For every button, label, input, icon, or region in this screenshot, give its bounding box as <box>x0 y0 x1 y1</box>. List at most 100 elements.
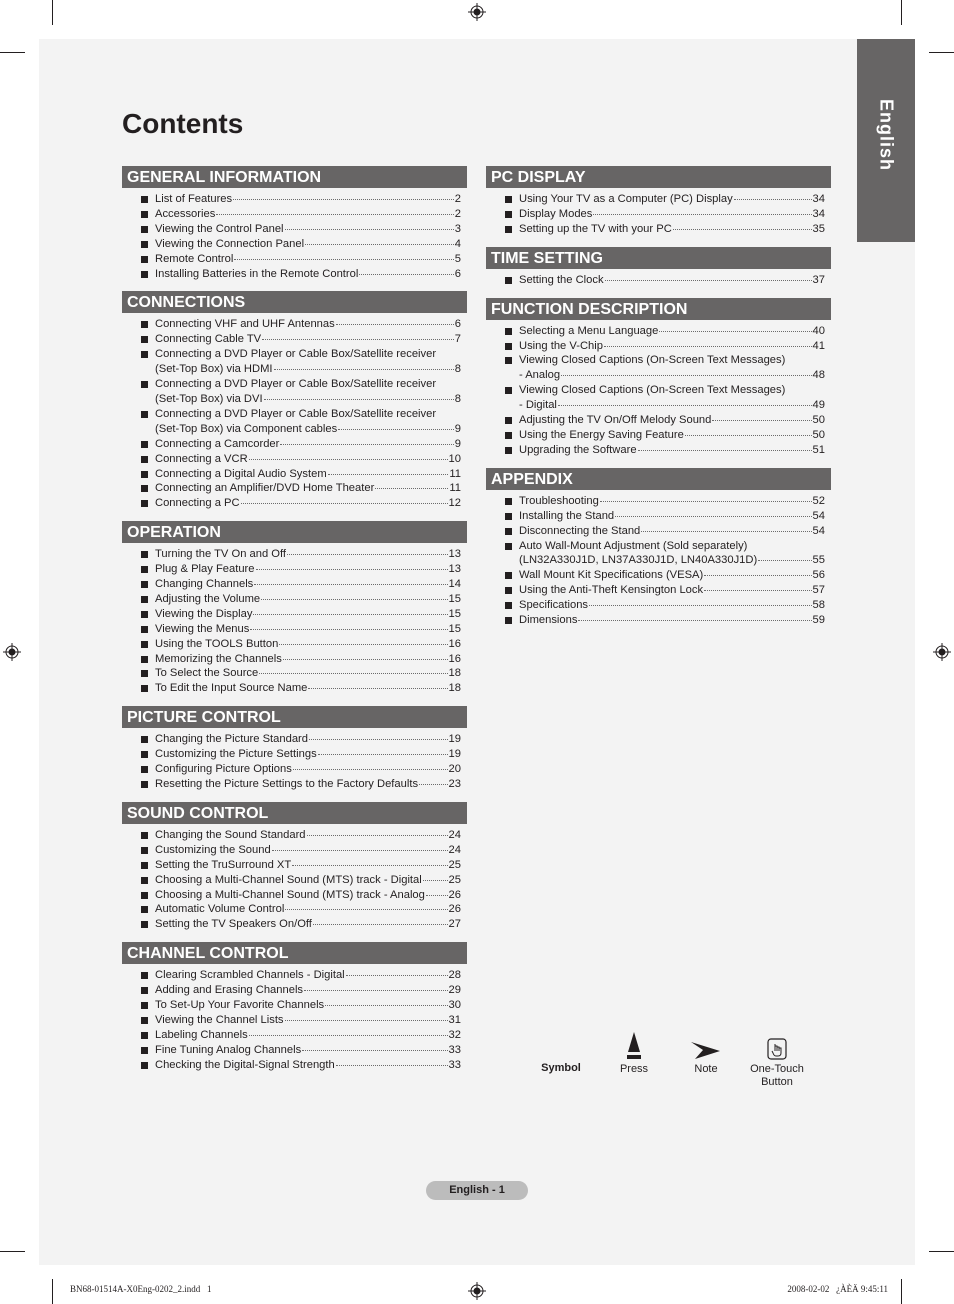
toc-entry[interactable]: Resetting the Picture Settings to the Fa… <box>122 777 467 792</box>
toc-entry[interactable]: Turning the TV On and Off 13 <box>122 547 467 562</box>
toc-page-number: 9 <box>454 437 461 450</box>
toc-entry[interactable]: Connecting a Digital Audio System 11 <box>122 467 467 482</box>
dot-leader <box>615 515 812 517</box>
page-number: English - 1 <box>426 1181 528 1200</box>
toc-entry-text: Installing the Stand <box>519 509 615 522</box>
toc-entry[interactable]: Connecting a Camcorder 9 <box>122 437 467 452</box>
toc-entry[interactable]: Memorizing the Channels 16 <box>122 652 467 667</box>
toc-entry[interactable]: Configuring Picture Options 20 <box>122 762 467 777</box>
toc-entry[interactable]: Connecting VHF and UHF Antennas 6 <box>122 317 467 332</box>
square-bullet-icon <box>141 485 148 493</box>
toc-entry[interactable]: List of Features 2 <box>122 192 467 207</box>
toc-entry[interactable]: Checking the Digital-Signal Strength 33 <box>122 1058 467 1073</box>
dot-leader <box>325 1005 448 1007</box>
toc-entry[interactable]: Choosing a Multi-Channel Sound (MTS) tra… <box>122 888 467 903</box>
toc-entry[interactable]: Viewing the Control Panel 3 <box>122 222 467 237</box>
toc-entry[interactable]: Using Your TV as a Computer (PC) Display… <box>486 192 831 207</box>
toc-entry[interactable]: Adjusting the TV On/Off Melody Sound 50 <box>486 413 831 428</box>
toc-entry[interactable]: Labeling Channels 32 <box>122 1028 467 1043</box>
toc-entry[interactable]: Plug & Play Feature 13 <box>122 562 467 577</box>
toc-entry-text: To Edit the Input Source Name <box>155 682 308 695</box>
toc-entry[interactable]: Connecting a DVD Player or Cable Box/Sat… <box>122 407 467 437</box>
dot-leader <box>733 199 812 200</box>
dot-leader <box>327 473 449 475</box>
toc-entry[interactable]: Viewing Closed Captions (On-Screen Text … <box>486 383 831 413</box>
toc-page-number: 32 <box>448 1028 461 1041</box>
toc-entry[interactable]: Upgrading the Software 51 <box>486 443 831 458</box>
section-heading: TIME SETTING <box>486 246 831 269</box>
toc-entry[interactable]: Specifications 58 <box>486 598 831 613</box>
dot-leader <box>248 1034 448 1036</box>
toc-entry[interactable]: Connecting a DVD Player or Cable Box/Sat… <box>122 347 467 377</box>
toc-entry[interactable]: Setting the Clock 37 <box>486 273 831 288</box>
square-bullet-icon <box>141 595 148 603</box>
toc-entry[interactable]: To Set-Up Your Favorite Channels 30 <box>122 998 467 1013</box>
toc-entry[interactable]: Fine Tuning Analog Channels 33 <box>122 1043 467 1058</box>
toc-entry-text: Accessories <box>155 207 216 220</box>
toc-entry[interactable]: Using the Energy Saving Feature 50 <box>486 428 831 443</box>
toc-entry[interactable]: Viewing the Channel Lists 31 <box>122 1013 467 1028</box>
section-heading: APPENDIX <box>486 467 831 490</box>
toc-entry[interactable]: Clearing Scrambled Channels - Digital 28 <box>122 968 467 983</box>
toc-entry[interactable]: Connecting a VCR 10 <box>122 452 467 467</box>
toc-entry-text: Using the TOOLS Button <box>155 637 279 650</box>
language-tab-label: English <box>876 99 897 172</box>
section-heading: CHANNEL CONTROL <box>122 942 467 965</box>
toc-entry[interactable]: Setting up the TV with your PC 35 <box>486 222 831 237</box>
toc-entry[interactable]: Setting the TV Speakers On/Off 27 <box>122 917 467 932</box>
toc-entry[interactable]: Disconnecting the Stand 54 <box>486 524 831 539</box>
toc-list: Setting the Clock 37 <box>486 273 831 288</box>
toc-entry[interactable]: Using the TOOLS Button 16 <box>122 637 467 652</box>
square-bullet-icon <box>141 751 148 759</box>
dot-leader <box>589 605 812 607</box>
toc-entry[interactable]: Connecting an Amplifier/DVD Home Theater… <box>122 481 467 496</box>
toc-entry[interactable]: Changing the Sound Standard 24 <box>122 828 467 843</box>
toc-entry-text: Adding and Erasing Channels <box>155 984 304 997</box>
toc-entry[interactable]: Accessories 2 <box>122 207 467 222</box>
toc-entry[interactable]: Troubleshooting 52 <box>486 494 831 509</box>
toc-entry[interactable]: Installing Batteries in the Remote Contr… <box>122 267 467 282</box>
toc-entry[interactable]: Viewing Closed Captions (On-Screen Text … <box>486 353 831 383</box>
toc-entry[interactable]: Viewing the Display 15 <box>122 607 467 622</box>
toc-entry[interactable]: Connecting a PC 12 <box>122 496 467 511</box>
toc-entry[interactable]: Viewing the Menus 15 <box>122 622 467 637</box>
toc-entry[interactable]: Installing the Stand 54 <box>486 509 831 524</box>
toc-page-number: 26 <box>448 903 461 916</box>
toc-entry[interactable]: Customizing the Sound 24 <box>122 843 467 858</box>
toc-entry[interactable]: Changing the Picture Standard 19 <box>122 732 467 747</box>
toc-entry[interactable]: Using the V-Chip 41 <box>486 339 831 354</box>
toc-entry[interactable]: Adjusting the Volume 15 <box>122 592 467 607</box>
registration-mark-icon <box>468 1282 486 1300</box>
toc-entry[interactable]: To Edit the Input Source Name 18 <box>122 681 467 696</box>
toc-entry[interactable]: Remote Control 5 <box>122 252 467 267</box>
toc-entry-text: Display Modes <box>519 207 593 220</box>
toc-entry[interactable]: Dimensions 59 <box>486 613 831 628</box>
toc-page-number: 27 <box>448 918 461 931</box>
toc-entry[interactable]: Display Modes 34 <box>486 207 831 222</box>
toc-entry-text: Labeling Channels <box>155 1028 248 1041</box>
toc-entry[interactable]: Selecting a Menu Language 40 <box>486 324 831 339</box>
toc-entry[interactable]: Connecting a DVD Player or Cable Box/Sat… <box>122 377 467 407</box>
square-bullet-icon <box>141 336 148 344</box>
toc-page-number: 12 <box>448 497 461 510</box>
toc-entry[interactable]: Connecting Cable TV 7 <box>122 332 467 347</box>
toc-entry[interactable]: Choosing a Multi-Channel Sound (MTS) tra… <box>122 873 467 888</box>
square-bullet-icon <box>141 766 148 774</box>
toc-entry[interactable]: Using the Anti-Theft Kensington Lock 57 <box>486 583 831 598</box>
toc-entry[interactable]: Customizing the Picture Settings 19 <box>122 747 467 762</box>
toc-page-number: 19 <box>448 748 461 761</box>
toc-entry[interactable]: To Select the Source 18 <box>122 666 467 681</box>
toc-page-number: 7 <box>454 333 461 346</box>
toc-entry-text: Setting up the TV with your PC <box>519 222 672 235</box>
toc-entry[interactable]: Auto Wall-Mount Adjustment (Sold separat… <box>486 539 831 569</box>
dot-leader <box>250 628 448 630</box>
toc-entry[interactable]: Changing Channels 14 <box>122 577 467 592</box>
toc-entry[interactable]: Viewing the Connection Panel 4 <box>122 237 467 252</box>
toc-entry-text: Memorizing the Channels <box>155 652 282 665</box>
toc-entry[interactable]: Wall Mount Kit Specifications (VESA) 56 <box>486 568 831 583</box>
toc-entry[interactable]: Automatic Volume Control 26 <box>122 902 467 917</box>
toc-entry[interactable]: Setting the TruSurround XT 25 <box>122 858 467 873</box>
toc-entry[interactable]: Adding and Erasing Channels 29 <box>122 983 467 998</box>
dot-leader <box>317 754 448 756</box>
toc-page-number: 6 <box>454 318 461 331</box>
